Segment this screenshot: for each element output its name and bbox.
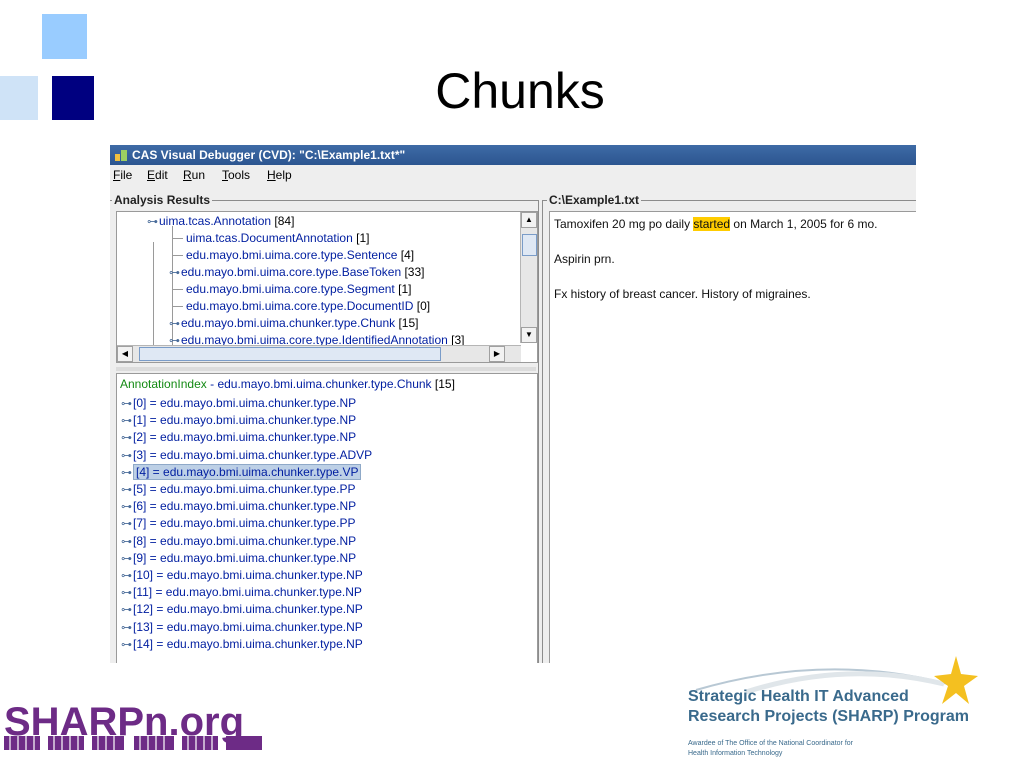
menu-edit[interactable]: Edit — [147, 168, 168, 182]
key-icon: ⊶ — [121, 621, 132, 634]
key-icon: ⊶ — [121, 398, 132, 410]
sharp-title-line-1: Strategic Health IT Advanced — [688, 688, 909, 705]
annotation-index-item[interactable]: ⊶[13] = edu.mayo.bmi.uima.chunker.type.N… — [121, 620, 363, 636]
key-icon: ⊶ — [121, 466, 132, 479]
key-icon: ⊶ — [121, 535, 132, 548]
menu-file[interactable]: File — [113, 168, 132, 182]
key-icon: ⊶ — [121, 432, 132, 445]
menu-tools[interactable]: Tools — [222, 168, 250, 182]
menu-bar: File Edit Run Tools Help — [110, 165, 916, 185]
key-icon: ⊶ — [121, 501, 132, 514]
key-icon: ⊶ — [121, 484, 132, 496]
annotation-index-item[interactable]: ⊶[6] = edu.mayo.bmi.uima.chunker.type.NP — [121, 499, 356, 515]
analysis-results-group: Analysis Results ⊶uima.tcas.Annotation [… — [110, 193, 539, 663]
tree-node-document-annotation[interactable]: uima.tcas.DocumentAnnotation [1] — [173, 231, 369, 246]
document-path-label: C:\Example1.txt — [547, 193, 642, 207]
app-icon — [115, 150, 127, 161]
annotation-index-item[interactable]: ⊶[12] = edu.mayo.bmi.uima.chunker.type.N… — [121, 602, 363, 618]
annotation-index-item[interactable]: ⊶[9] = edu.mayo.bmi.uima.chunker.type.NP — [121, 551, 356, 567]
tree-node-basetoken[interactable]: ⊶edu.mayo.bmi.uima.core.type.BaseToken [… — [169, 265, 424, 281]
scroll-down-icon[interactable]: ▼ — [521, 327, 537, 343]
key-icon: ⊶ — [121, 587, 132, 600]
document-line-3: Fx history of breast cancer. History of … — [554, 287, 811, 301]
document-line-1: Tamoxifen 20 mg po daily started on Marc… — [554, 217, 878, 231]
key-icon: ⊶ — [121, 415, 132, 428]
annotation-index-item[interactable]: ⊶[1] = edu.mayo.bmi.uima.chunker.type.NP — [121, 413, 356, 429]
type-tree: ⊶uima.tcas.Annotation [84] uima.tcas.Doc… — [116, 211, 538, 363]
scroll-thumb[interactable] — [139, 347, 441, 361]
key-icon: ⊶ — [121, 604, 132, 617]
annotation-index-item[interactable]: ⊶[10] = edu.mayo.bmi.uima.chunker.type.N… — [121, 568, 363, 584]
sharp-title-line-2: Research Projects (SHARP) Program — [688, 708, 969, 725]
scroll-left-icon[interactable]: ◀ — [117, 346, 133, 362]
annotation-index-item[interactable]: ⊶[7] = edu.mayo.bmi.uima.chunker.type.PP — [121, 516, 355, 532]
tree-node-sentence[interactable]: edu.mayo.bmi.uima.core.type.Sentence [4] — [173, 248, 414, 263]
document-text-pane[interactable]: Tamoxifen 20 mg po daily started on Marc… — [549, 211, 916, 663]
tree-node-documentid[interactable]: edu.mayo.bmi.uima.core.type.DocumentID [… — [173, 299, 430, 314]
scroll-thumb[interactable] — [522, 234, 537, 256]
key-icon: ⊶ — [121, 552, 132, 565]
slide-title: Chunks — [435, 63, 605, 119]
window-title: CAS Visual Debugger (CVD): "C:\Example1.… — [132, 148, 406, 162]
annotation-index-item[interactable]: ⊶[11] = edu.mayo.bmi.uima.chunker.type.N… — [121, 585, 362, 601]
key-icon: ⊶ — [147, 216, 158, 228]
document-group: C:\Example1.txt Tamoxifen 20 mg po daily… — [542, 193, 916, 663]
key-icon: ⊶ — [169, 318, 180, 330]
annotation-index-item[interactable]: ⊶[5] = edu.mayo.bmi.uima.chunker.type.PP — [121, 482, 355, 498]
tree-node-annotation[interactable]: ⊶uima.tcas.Annotation [84] — [147, 214, 294, 230]
menu-run[interactable]: Run — [183, 168, 205, 182]
document-line-2: Aspirin prn. — [554, 252, 615, 266]
annotation-index-item[interactable]: ⊶[0] = edu.mayo.bmi.uima.chunker.type.NP — [121, 396, 356, 412]
tree-vertical-scrollbar[interactable]: ▲ ▼ — [520, 212, 537, 343]
tree-line — [153, 242, 154, 348]
annotation-index-item[interactable]: ⊶[8] = edu.mayo.bmi.uima.chunker.type.NP — [121, 534, 356, 550]
sharp-subtitle-line-1: Awardee of The Office of the National Co… — [688, 740, 853, 747]
split-divider[interactable] — [116, 367, 536, 371]
menu-help[interactable]: Help — [267, 168, 292, 182]
annotation-index-tree: AnnotationIndex - edu.mayo.bmi.uima.chun… — [116, 373, 538, 663]
annotation-index-item[interactable]: ⊶[2] = edu.mayo.bmi.uima.chunker.type.NP — [121, 430, 356, 446]
analysis-results-label: Analysis Results — [112, 193, 213, 207]
tree-node-segment[interactable]: edu.mayo.bmi.uima.core.type.Segment [1] — [173, 282, 411, 297]
decor-square-pale — [0, 76, 38, 120]
tree-horizontal-scrollbar[interactable]: ◀ ▶ — [117, 345, 521, 362]
key-icon: ⊶ — [169, 267, 180, 279]
sharpn-logo: SHARPn.org — [4, 700, 274, 758]
decor-square-light — [42, 14, 87, 59]
annotation-index-item[interactable]: ⊶ [4] = edu.mayo.bmi.uima.chunker.type.VP — [121, 463, 362, 481]
sharp-program-logo: Strategic Health IT Advanced Research Pr… — [686, 654, 986, 764]
annotation-index-item[interactable]: ⊶[14] = edu.mayo.bmi.uima.chunker.type.N… — [121, 637, 363, 653]
annotation-index-item[interactable]: ⊶[3] = edu.mayo.bmi.uima.chunker.type.AD… — [121, 448, 372, 464]
window-titlebar[interactable]: CAS Visual Debugger (CVD): "C:\Example1.… — [110, 145, 916, 165]
scroll-right-icon[interactable]: ▶ — [489, 346, 505, 362]
sharp-subtitle-line-2: Health Information Technology — [688, 750, 783, 757]
key-icon: ⊶ — [121, 570, 132, 582]
sharpn-bars-graphic — [4, 736, 262, 750]
cvd-window: CAS Visual Debugger (CVD): "C:\Example1.… — [110, 145, 916, 663]
key-icon: ⊶ — [121, 518, 132, 531]
scroll-up-icon[interactable]: ▲ — [521, 212, 537, 228]
decor-square-dark — [52, 76, 94, 120]
annotation-index-header[interactable]: AnnotationIndex - edu.mayo.bmi.uima.chun… — [120, 377, 455, 391]
key-icon: ⊶ — [121, 449, 132, 462]
key-icon: ⊶ — [121, 638, 132, 651]
tree-node-chunk[interactable]: ⊶edu.mayo.bmi.uima.chunker.type.Chunk [1… — [169, 316, 418, 332]
highlighted-annotation[interactable]: started — [693, 217, 731, 231]
